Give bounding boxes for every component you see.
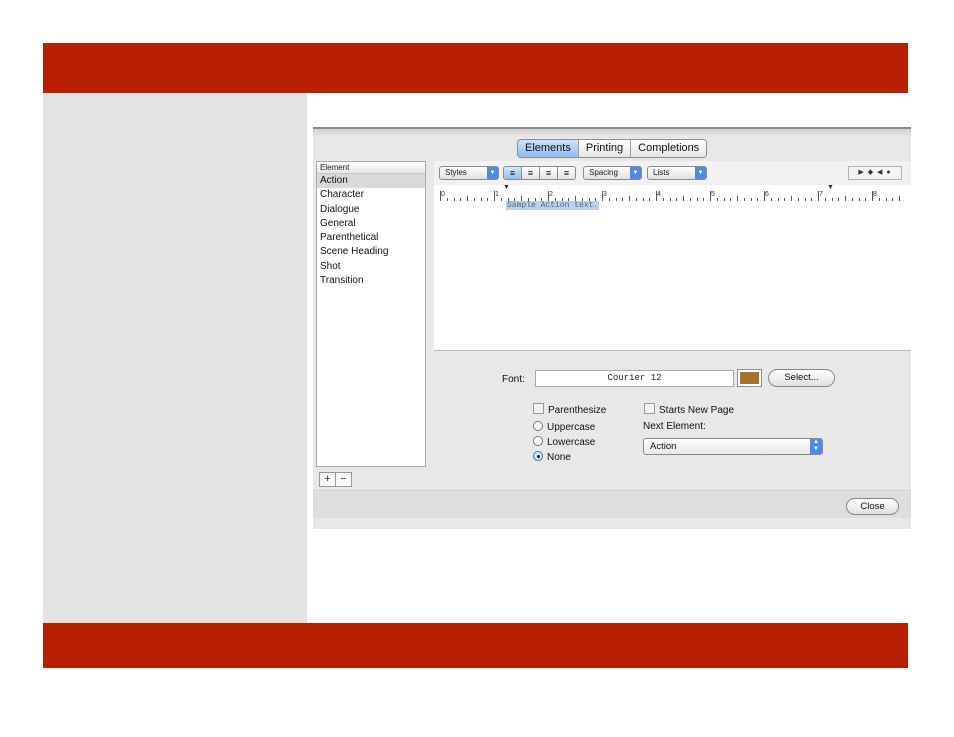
updown-arrows-icon: ▲ ▼ — [810, 439, 822, 454]
align-center-icon[interactable]: ≡ — [522, 167, 540, 179]
tab-elements[interactable]: Elements — [518, 140, 579, 157]
sample-text-area[interactable]: Sample Action text. — [434, 201, 911, 351]
ruler[interactable]: ▼ ▼ 0 1 2 3 4 5 6 7 8 — [434, 184, 911, 202]
ruler-number: 3 — [603, 191, 607, 198]
lists-label: Lists — [653, 168, 670, 177]
font-field[interactable]: Courier 12 — [535, 370, 734, 387]
elements-settings-window: Elements Printing Completions Element Ac… — [313, 127, 911, 529]
list-item-shot[interactable]: Shot — [317, 260, 425, 274]
top-banner — [43, 43, 908, 93]
window-bottom-strip — [313, 490, 911, 518]
font-color-swatch — [740, 372, 759, 384]
ruler-number: 2 — [549, 191, 553, 198]
ruler-number: 5 — [711, 191, 715, 198]
ruler-number: 8 — [873, 191, 877, 198]
ruler-tick — [440, 191, 441, 201]
parenthesize-label: Parenthesize — [548, 405, 607, 416]
format-toolbar: Styles ▼ ≡ ≡ ≡ ≡ Spacing ▼ Lists ▼ ▶ ◆ ◀… — [434, 161, 911, 186]
navigation-arrows[interactable]: ▶ ◆ ◀ ● — [848, 166, 902, 180]
next-element-select[interactable]: Action ▲ ▼ — [643, 438, 823, 455]
align-justify-icon[interactable]: ≡ — [558, 167, 575, 179]
remove-element-button[interactable]: − — [335, 472, 352, 487]
next-element-label: Next Element: — [643, 421, 706, 432]
align-right-icon[interactable]: ≡ — [540, 167, 558, 179]
radio-button — [533, 436, 543, 446]
radio-uppercase[interactable]: Uppercase — [533, 421, 595, 433]
next-element-value: Action — [650, 441, 677, 452]
ruler-number: 7 — [819, 191, 823, 198]
checkbox-box — [644, 403, 655, 414]
lowercase-label: Lowercase — [547, 437, 596, 448]
ruler-number: 4 — [657, 191, 661, 198]
list-item-parenthetical[interactable]: Parenthetical — [317, 231, 425, 245]
sample-text: Sample Action text. — [506, 201, 600, 210]
left-panel — [43, 93, 307, 623]
radio-none[interactable]: None — [533, 451, 571, 463]
radio-button-selected — [533, 451, 543, 461]
ruler-number: 6 — [765, 191, 769, 198]
list-buttons: + − — [319, 472, 352, 487]
list-item-general[interactable]: General — [317, 217, 425, 231]
font-color-well[interactable] — [737, 369, 762, 387]
none-label: None — [547, 452, 571, 463]
list-item-dialogue[interactable]: Dialogue — [317, 203, 425, 217]
tab-completions[interactable]: Completions — [631, 140, 707, 157]
alignment-group: ≡ ≡ ≡ ≡ — [503, 166, 576, 180]
right-indent-marker-icon[interactable]: ▼ — [827, 184, 834, 191]
tab-bar: Elements Printing Completions — [517, 139, 708, 158]
ruler-tick — [494, 191, 495, 201]
chevron-down-icon: ▼ — [630, 167, 641, 179]
ruler-number: 1 — [495, 191, 499, 198]
list-item-action[interactable]: Action — [317, 174, 425, 189]
checkbox-box — [533, 403, 544, 414]
font-label: Font: — [502, 374, 525, 385]
ruler-tick — [710, 191, 711, 201]
spacing-label: Spacing — [589, 168, 618, 177]
chevron-down-icon: ▼ — [487, 167, 498, 179]
first-indent-marker-icon[interactable]: ▼ — [503, 184, 510, 191]
align-left-icon[interactable]: ≡ — [504, 167, 522, 179]
styles-label: Styles — [445, 168, 467, 177]
parenthesize-checkbox[interactable]: Parenthesize — [533, 403, 606, 416]
element-list[interactable]: Element Action Character Dialogue Genera… — [316, 161, 426, 467]
ruler-tick — [764, 191, 765, 201]
lists-popup[interactable]: Lists ▼ — [647, 166, 707, 180]
select-font-button[interactable]: Select... — [768, 369, 835, 387]
radio-lowercase[interactable]: Lowercase — [533, 436, 595, 448]
ruler-tick — [548, 191, 549, 201]
list-item-character[interactable]: Character — [317, 188, 425, 202]
list-item-scene-heading[interactable]: Scene Heading — [317, 245, 425, 259]
ruler-tick — [656, 191, 657, 201]
radio-button — [533, 421, 543, 431]
window-top-shade — [313, 129, 911, 137]
close-button[interactable]: Close — [846, 498, 899, 515]
starts-new-page-checkbox[interactable]: Starts New Page — [644, 403, 734, 416]
add-element-button[interactable]: + — [319, 472, 336, 487]
uppercase-label: Uppercase — [547, 422, 596, 433]
ruler-tick — [872, 191, 873, 201]
ruler-number: 0 — [441, 191, 445, 198]
chevron-down-icon: ▼ — [695, 167, 706, 179]
ruler-tick — [602, 191, 603, 201]
bottom-banner — [43, 623, 908, 668]
element-list-header: Element — [317, 162, 425, 174]
tab-printing[interactable]: Printing — [578, 140, 632, 157]
starts-new-page-label: Starts New Page — [659, 405, 735, 416]
styles-popup[interactable]: Styles ▼ — [439, 166, 499, 180]
list-item-transition[interactable]: Transition — [317, 274, 425, 288]
spacing-popup[interactable]: Spacing ▼ — [583, 166, 642, 180]
ruler-tick — [818, 191, 819, 201]
